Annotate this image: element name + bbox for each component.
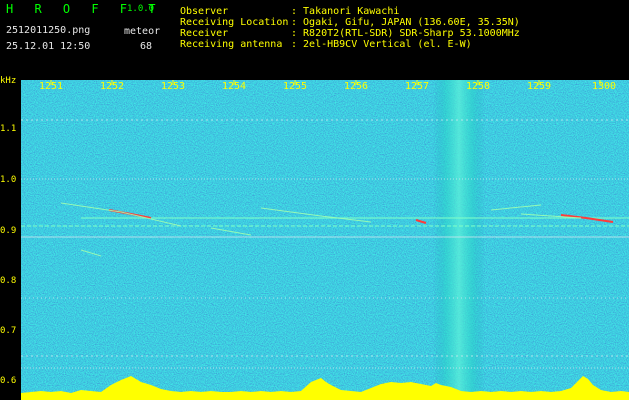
header-panel: H R O F F T 1.0.0 2512011250.png 25.12.0… (0, 0, 629, 72)
spectrogram-svg (21, 80, 629, 400)
y-tick: 1.1 (0, 124, 17, 134)
x-tick-label: 1252 (100, 81, 125, 92)
y-tick: 0.9 (0, 226, 17, 236)
label-receiver: Receiver (180, 28, 229, 39)
x-tick-label: 1300 (592, 81, 617, 92)
noise-background (21, 80, 629, 400)
waterfall-spectrogram (21, 80, 629, 400)
x-tick-label: 1257 (405, 81, 430, 92)
y-axis: kHz 1.1 1.0 0.9 0.8 0.7 0.6 (0, 72, 21, 400)
value-location: : Ogaki, Gifu, JAPAN (136.60E, 35.35N) (291, 17, 520, 28)
x-tick-label: 1259 (527, 81, 552, 92)
filename: 2512011250.png (6, 25, 91, 36)
label-observer: Observer (180, 6, 229, 17)
x-tick-label: 1253 (161, 81, 186, 92)
y-unit-label: kHz (0, 76, 17, 86)
datetime: 25.12.01 12:50 (6, 41, 91, 52)
value-observer: : Takanori Kawachi (291, 6, 400, 17)
interference-band (433, 80, 485, 400)
app-version: 1.0.0 (127, 4, 155, 14)
value-antenna: : 2el-HB9CV Vertical (el. E-W) (291, 39, 472, 50)
y-tick: 0.7 (0, 326, 17, 336)
meteor-label: meteor (124, 26, 161, 37)
label-location: Receiving Location (180, 17, 289, 28)
meteor-count: 68 (140, 41, 153, 52)
x-tick-label: 1258 (466, 81, 491, 92)
label-antenna: Receiving antenna (180, 39, 283, 50)
x-tick-label: 1256 (344, 81, 369, 92)
y-tick: 0.6 (0, 376, 17, 386)
value-receiver: : R820T2(RTL-SDR) SDR-Sharp 53.1000MHz (291, 28, 520, 39)
x-tick-label: 1255 (283, 81, 308, 92)
x-tick-label: 1254 (222, 81, 247, 92)
x-tick-label: 1251 (39, 81, 64, 92)
y-tick: 0.8 (0, 276, 17, 286)
y-tick: 1.0 (0, 175, 17, 185)
